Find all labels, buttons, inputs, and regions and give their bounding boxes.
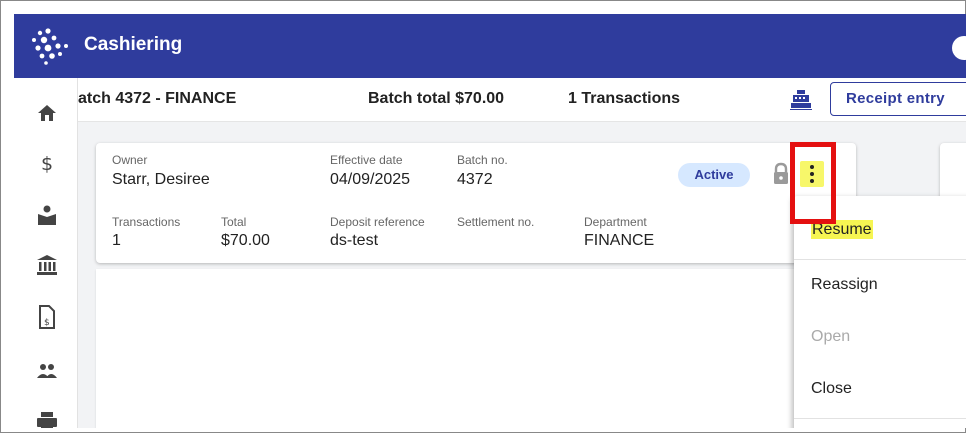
owner-label: Owner <box>112 153 148 167</box>
deposit-reference-value: ds-test <box>330 232 379 249</box>
bank-icon[interactable] <box>34 252 60 278</box>
lock-icon <box>774 162 788 184</box>
total-value: $70.00 <box>221 232 270 249</box>
menu-item-label: Resume <box>811 220 873 239</box>
dollar-icon[interactable]: $ <box>34 150 60 176</box>
printer-icon[interactable] <box>34 408 60 428</box>
menu-item-label: Reassign <box>811 276 878 293</box>
menu-divider <box>794 418 966 419</box>
cash-register-icon[interactable] <box>790 88 812 110</box>
app-title: Cashiering <box>84 34 183 55</box>
owner-value: Starr, Desiree <box>112 171 210 188</box>
batch-number-value: 4372 <box>457 171 493 188</box>
transactions-value: 1 <box>112 232 121 249</box>
menu-item-resume[interactable]: Resume <box>794 204 966 256</box>
app-window: Cashiering $ $ atch 4372 - FINANCE Batch… <box>14 14 966 428</box>
menu-item-open: Open <box>794 311 966 363</box>
batch-number-label: Batch no. <box>457 153 508 167</box>
batch-title: atch 4372 - FINANCE <box>78 90 237 107</box>
invoice-icon[interactable]: $ <box>34 304 60 330</box>
more-options-icon[interactable] <box>800 161 824 187</box>
app-bar: Cashiering <box>14 14 966 78</box>
batch-total: Batch total $70.00 <box>368 90 505 107</box>
users-icon[interactable] <box>34 358 60 384</box>
menu-item-close[interactable]: Close <box>794 363 966 415</box>
menu-item-label: Open <box>811 328 851 345</box>
transactions-label: Transactions <box>112 215 181 229</box>
home-icon[interactable] <box>34 100 60 126</box>
menu-item-reassign[interactable]: Reassign <box>794 259 966 311</box>
settlement-number-label: Settlement no. <box>457 215 535 229</box>
status-badge: Active <box>678 163 750 187</box>
svg-text:$: $ <box>44 318 50 328</box>
content-panel <box>96 269 856 428</box>
svg-text:$: $ <box>41 153 53 174</box>
deposit-reference-label: Deposit reference <box>330 215 425 229</box>
nav-rail: $ $ <box>14 78 78 428</box>
batch-summary-bar: atch 4372 - FINANCE Batch total $70.00 1… <box>78 78 966 122</box>
batch-card: Owner Starr, Desiree Effective date 04/0… <box>96 143 856 263</box>
menu-item-label: Close <box>811 380 852 397</box>
effective-date-label: Effective date <box>330 153 403 167</box>
department-value: FINANCE <box>584 232 655 249</box>
receipt-entry-button[interactable]: Receipt entry <box>830 82 966 116</box>
app-logo-icon <box>32 28 68 65</box>
total-label: Total <box>221 215 247 229</box>
user-avatar[interactable] <box>952 36 966 60</box>
cashier-person-icon[interactable] <box>34 202 60 228</box>
batch-actions-menu: Resume Reassign Open Close <box>794 196 966 428</box>
transaction-count: 1 Transactions <box>568 90 681 107</box>
effective-date-value: 04/09/2025 <box>330 171 411 188</box>
department-label: Department <box>584 215 647 229</box>
